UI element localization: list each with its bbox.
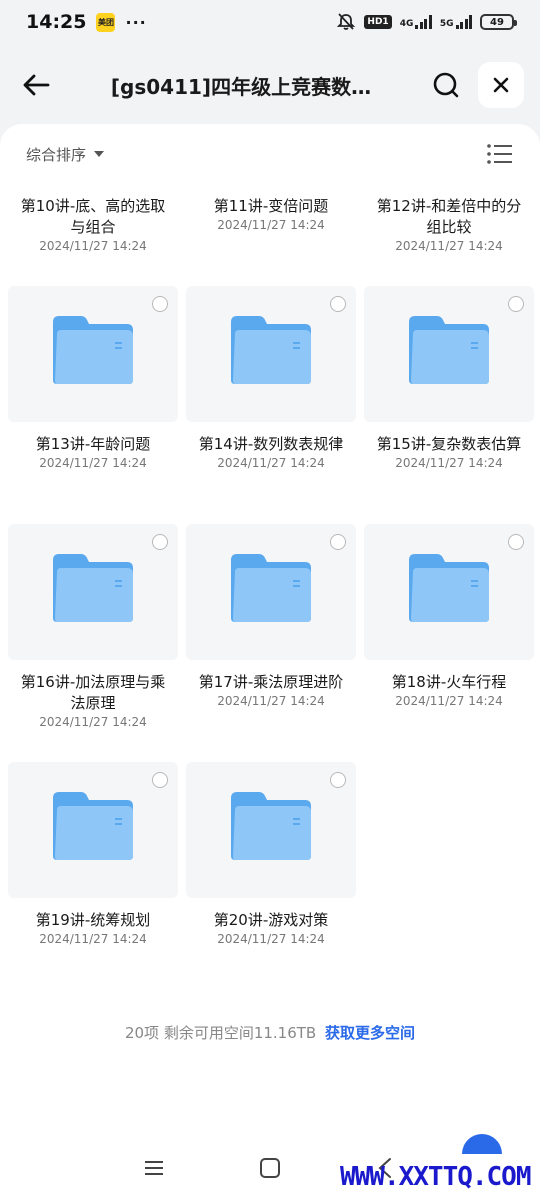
folder-icon (231, 554, 311, 622)
file-date: 2024/11/27 14:24 (395, 456, 503, 470)
list-view-icon[interactable] (486, 142, 514, 166)
signal-2: 5G (440, 15, 472, 29)
file-name: 第18讲-火车行程 (391, 673, 507, 691)
signal-bars-icon (415, 15, 432, 29)
file-name: 第16讲-加法原理与乘法原理 (20, 673, 166, 712)
file-thumbnail[interactable] (364, 286, 534, 422)
file-name: 第10讲-底、高的选取与组合 (20, 197, 166, 236)
menu-nav-icon[interactable] (140, 1154, 168, 1182)
mute-icon (337, 13, 356, 30)
file-name: 第12讲-和差倍中的分组比较 (376, 197, 522, 236)
get-more-space-link[interactable]: 获取更多空间 (325, 1024, 415, 1042)
file-thumbnail[interactable] (186, 762, 356, 898)
file-name: 第20讲-游戏对策 (213, 911, 329, 929)
file-date: 2024/11/27 14:24 (39, 239, 147, 253)
file-item[interactable]: 第13讲-年龄问题 2024/11/27 14:24 (8, 286, 178, 470)
file-date: 2024/11/27 14:24 (39, 456, 147, 470)
signal-1: 4G (400, 15, 432, 29)
page-title: [gs0411]四年级上竞赛数… (110, 74, 372, 99)
file-date: 2024/11/27 14:24 (395, 694, 503, 708)
file-item[interactable]: 第18讲-火车行程 2024/11/27 14:24 (364, 524, 534, 708)
caret-down-icon[interactable] (94, 151, 105, 157)
back-arrow-icon (23, 74, 50, 96)
network-type-label: 5G (439, 19, 454, 29)
file-name: 第17讲-乘法原理进阶 (198, 673, 344, 691)
folder-icon (409, 554, 489, 622)
file-item[interactable]: 第10讲-底、高的选取与组合 2024/11/27 14:24 (8, 196, 178, 253)
folder-icon (53, 316, 133, 384)
search-icon (433, 72, 459, 98)
file-item[interactable]: 第16讲-加法原理与乘法原理 2024/11/27 14:24 (8, 524, 178, 729)
battery-icon: 49 (480, 14, 517, 30)
home-nav-icon[interactable] (256, 1154, 284, 1182)
file-thumbnail[interactable] (8, 286, 178, 422)
file-list-panel: 综合排序 第10讲-底、高的选取与组合 2024/11/27 14:24 第11讲-… (0, 124, 540, 1200)
sort-dropdown[interactable]: 综合排序 (26, 144, 86, 165)
more-notifications-icon: ··· (125, 12, 147, 32)
file-date: 2024/11/27 14:24 (39, 715, 147, 729)
file-thumbnail[interactable] (8, 524, 178, 660)
file-item[interactable]: 第12讲-和差倍中的分组比较 2024/11/27 14:24 (364, 196, 534, 253)
file-thumbnail[interactable] (186, 524, 356, 660)
folder-icon (53, 554, 133, 622)
file-name: 第15讲-复杂数表估算 (376, 435, 522, 453)
app-notification-icon: 美团 (96, 12, 116, 32)
search-button[interactable] (426, 65, 466, 105)
file-date: 2024/11/27 14:24 (217, 456, 325, 470)
file-date: 2024/11/27 14:24 (395, 239, 503, 253)
select-checkbox[interactable] (330, 296, 346, 312)
file-thumbnail[interactable] (364, 524, 534, 660)
status-indicators: HD1 4G 5G 49 (336, 13, 517, 31)
watermark-text: WWW.XXTTQ.COM (340, 1162, 531, 1192)
sort-toolbar: 综合排序 (26, 142, 514, 166)
select-checkbox[interactable] (152, 534, 168, 550)
file-item[interactable]: 第20讲-游戏对策 2024/11/27 14:24 (186, 762, 356, 946)
folder-icon (53, 792, 133, 860)
back-button[interactable] (16, 65, 56, 105)
close-button[interactable] (478, 62, 524, 108)
select-checkbox[interactable] (152, 296, 168, 312)
status-bar: 14:25 美团 ··· HD1 4G 5G 49 (0, 0, 540, 44)
folder-icon (231, 792, 311, 860)
folder-icon (231, 316, 311, 384)
file-item[interactable]: 第11讲-变倍问题 2024/11/27 14:24 (186, 196, 356, 232)
signal-bars-icon (455, 15, 472, 29)
file-name: 第19讲-统筹规划 (35, 911, 151, 929)
file-item[interactable]: 第15讲-复杂数表估算 2024/11/27 14:24 (364, 286, 534, 470)
storage-info: 20项 剩余可用空间11.16TB 获取更多空间 (0, 1022, 540, 1043)
file-thumbnail[interactable] (8, 762, 178, 898)
network-type-label: 4G (399, 19, 414, 29)
hd-voice-icon: HD1 (364, 15, 392, 29)
status-time: 14:25 (26, 11, 87, 33)
file-date: 2024/11/27 14:24 (217, 218, 325, 232)
file-date: 2024/11/27 14:24 (217, 694, 325, 708)
folder-icon (409, 316, 489, 384)
file-name: 第14讲-数列数表规律 (198, 435, 344, 453)
file-name: 第13讲-年龄问题 (35, 435, 151, 453)
file-date: 2024/11/27 14:24 (217, 932, 325, 946)
file-item[interactable]: 第14讲-数列数表规律 2024/11/27 14:24 (186, 286, 356, 470)
select-checkbox[interactable] (330, 772, 346, 788)
file-name: 第11讲-变倍问题 (213, 197, 329, 215)
file-thumbnail[interactable] (186, 286, 356, 422)
title-bar: [gs0411]四年级上竞赛数… (0, 52, 540, 118)
select-checkbox[interactable] (508, 296, 524, 312)
file-item[interactable]: 第19讲-统筹规划 2024/11/27 14:24 (8, 762, 178, 946)
close-icon (493, 77, 509, 93)
select-checkbox[interactable] (330, 534, 346, 550)
select-checkbox[interactable] (152, 772, 168, 788)
item-count-text: 20项 剩余可用空间11.16TB (124, 1024, 317, 1042)
select-checkbox[interactable] (508, 534, 524, 550)
file-date: 2024/11/27 14:24 (39, 932, 147, 946)
file-item[interactable]: 第17讲-乘法原理进阶 2024/11/27 14:24 (186, 524, 356, 708)
